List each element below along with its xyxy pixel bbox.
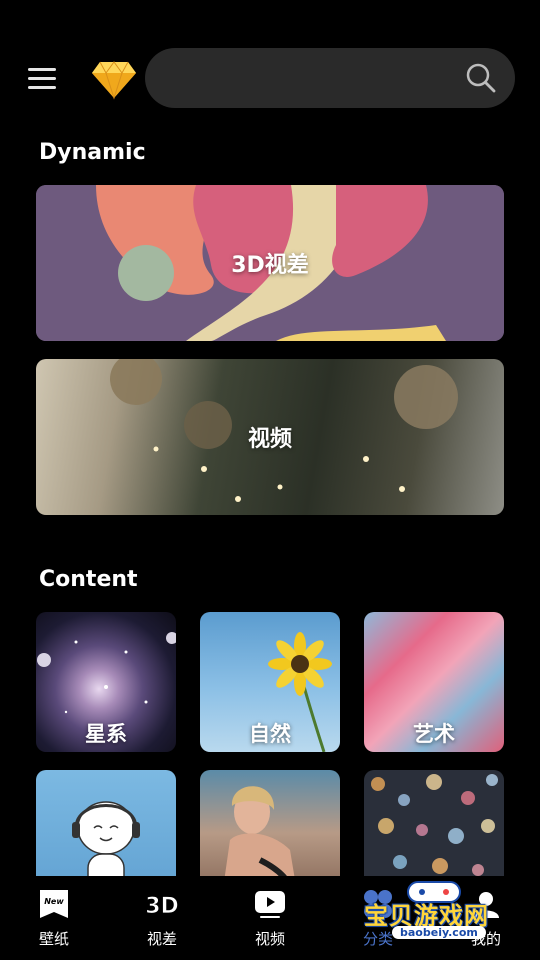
search-input[interactable]: [169, 62, 463, 96]
banner-3d-parallax[interactable]: 3D视差: [36, 185, 504, 341]
search-icon[interactable]: [465, 62, 497, 94]
nav-item-wallpaper[interactable]: New 壁纸: [14, 876, 94, 960]
banner-label: 3D视差: [231, 253, 309, 278]
watermark-url: baobeiy.com: [392, 926, 486, 939]
dynamic-section-title: Dynamic: [39, 140, 146, 165]
nav-item-parallax[interactable]: 3D 视差: [122, 876, 202, 960]
tile-label: 自然: [249, 722, 291, 746]
top-bar: [0, 0, 540, 140]
nav-label: 视频: [254, 930, 285, 948]
category-tile-galaxy[interactable]: 星系: [36, 612, 176, 752]
new-badge-icon: New: [40, 890, 68, 918]
tile-label: 艺术: [413, 722, 455, 746]
svg-text:3D: 3D: [145, 894, 179, 919]
diamond-icon: [92, 61, 136, 100]
watermark-logo: 宝贝游戏网 baobeiy.com: [356, 876, 512, 960]
3d-icon: 3D: [145, 894, 179, 920]
tile-label: 星系: [85, 722, 127, 746]
search-bar[interactable]: [145, 48, 515, 108]
premium-button[interactable]: [90, 58, 138, 102]
nav-label: 壁纸: [38, 930, 69, 948]
content-section-title: Content: [39, 567, 138, 592]
banner-label: 视频: [247, 427, 292, 452]
banner-video[interactable]: 视频: [36, 359, 504, 515]
menu-button[interactable]: [26, 64, 58, 92]
category-tile-art[interactable]: 艺术: [364, 612, 504, 752]
svg-text:New: New: [44, 897, 64, 906]
nav-item-video[interactable]: 视频: [230, 876, 310, 960]
category-tile-nature[interactable]: 自然: [200, 612, 340, 752]
nav-label: 视差: [146, 930, 177, 948]
play-icon: [255, 891, 285, 918]
